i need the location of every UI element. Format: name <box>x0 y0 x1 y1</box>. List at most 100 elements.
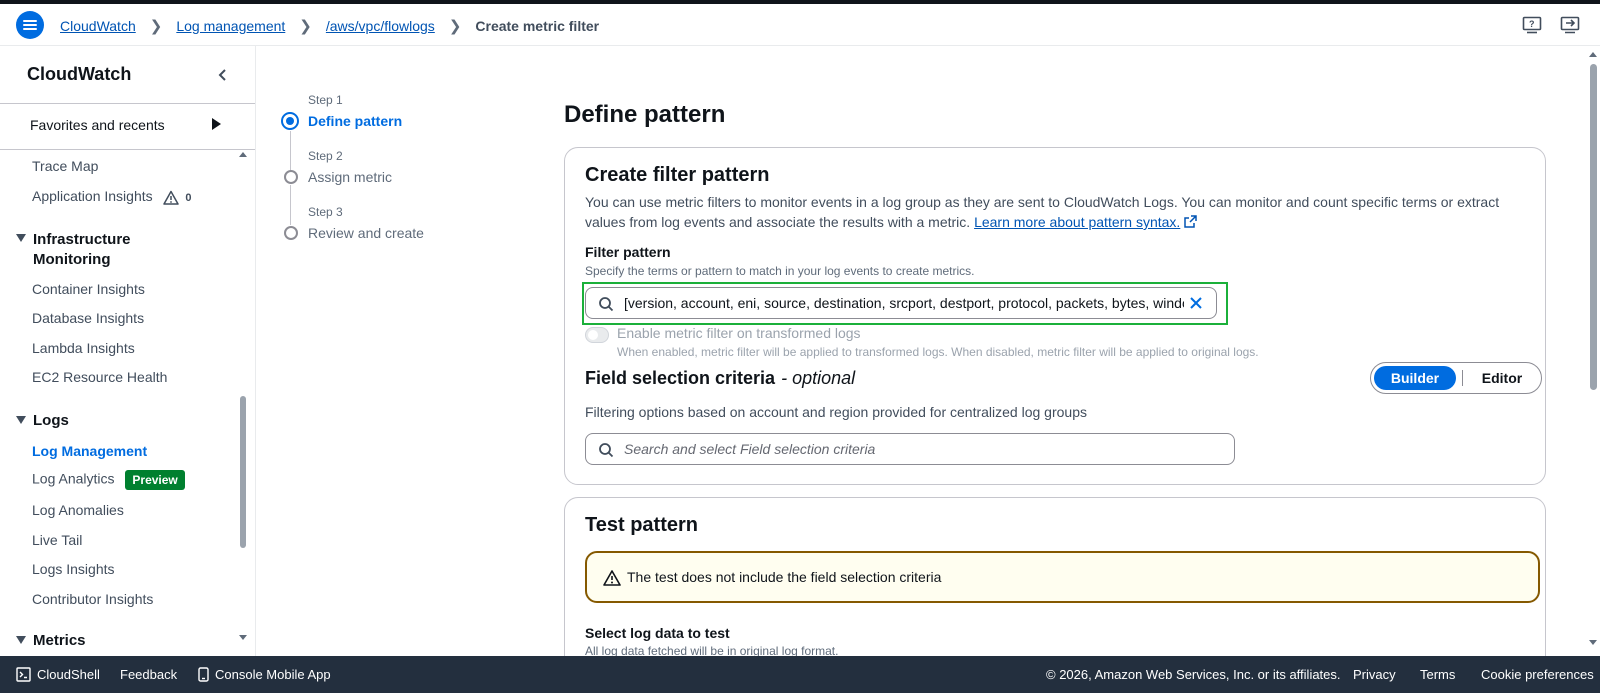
hamburger-icon <box>23 20 37 30</box>
caret-down-icon <box>16 636 26 644</box>
sidebar-section-metrics[interactable]: Metrics <box>16 632 86 649</box>
step-3-label: Step 3 <box>308 205 343 219</box>
toggle-label: Enable metric filter on transformed logs <box>617 325 861 341</box>
sidebar-item-log-analytics[interactable]: Log Analytics Preview <box>32 470 185 490</box>
sidebar-item-application-insights[interactable]: Application Insights 0 <box>32 188 192 205</box>
step-connector <box>290 185 291 225</box>
breadcrumb-current: Create metric filter <box>475 18 600 34</box>
chevron-right-icon: ❯ <box>149 18 163 35</box>
caret-down-icon <box>16 234 26 242</box>
sidebar-item-log-anomalies[interactable]: Log Anomalies <box>32 502 124 518</box>
notifications-panel-icon[interactable] <box>1560 16 1580 34</box>
filter-pattern-input[interactable]: [version, account, eni, source, destinat… <box>585 287 1217 319</box>
chevron-right-icon: ❯ <box>299 18 312 35</box>
scroll-down-arrow[interactable] <box>1589 640 1597 645</box>
breadcrumb-log-management[interactable]: Log management <box>176 18 285 34</box>
cookie-preferences-link[interactable]: Cookie preferences <box>1481 667 1594 682</box>
transformed-logs-toggle[interactable] <box>585 327 609 343</box>
caret-right-icon[interactable] <box>212 118 221 130</box>
footer: CloudShell Feedback Console Mobile App ©… <box>0 656 1600 693</box>
sidebar-item-live-tail[interactable]: Live Tail <box>32 532 82 548</box>
warning-alert: The test does not include the field sele… <box>585 551 1540 603</box>
scroll-up-arrow[interactable] <box>1589 52 1597 57</box>
scroll-up-arrow[interactable] <box>239 152 247 157</box>
feedback-link[interactable]: Feedback <box>120 667 177 682</box>
warning-icon <box>603 570 621 586</box>
mobile-app-link[interactable]: Console Mobile App <box>198 667 331 682</box>
search-icon <box>599 297 614 312</box>
link-text: Learn more about pattern syntax. <box>974 214 1181 230</box>
info-panel-icon[interactable]: ? <box>1522 16 1542 34</box>
section-label: Logs <box>33 412 69 429</box>
step-connector <box>290 131 291 171</box>
cloudshell-icon <box>16 667 31 682</box>
step-2-name: Assign metric <box>308 169 393 185</box>
mobile-label: Console Mobile App <box>215 667 331 682</box>
cloudshell-label: CloudShell <box>37 667 100 682</box>
field-selection-description: Filtering options based on account and r… <box>585 404 1087 420</box>
favorites-and-recents[interactable]: Favorites and recents <box>30 117 165 133</box>
create-filter-pattern-card: Create filter pattern You can use metric… <box>564 147 1546 485</box>
filter-pattern-value: [version, account, eni, source, destinat… <box>624 295 1184 311</box>
step-1-name[interactable]: Define pattern <box>308 113 402 129</box>
sidebar-item-logs-insights[interactable]: Logs Insights <box>32 561 115 577</box>
caret-down-icon <box>16 416 26 424</box>
alert-text: The test does not include the field sele… <box>627 569 942 585</box>
divider <box>0 149 255 150</box>
svg-text:?: ? <box>1529 19 1535 29</box>
sidebar-item-container-insights[interactable]: Container Insights <box>32 281 145 297</box>
filter-pattern-hint: Specify the terms or pattern to match in… <box>585 264 975 278</box>
sidebar-item-trace-map[interactable]: Trace Map <box>32 158 98 174</box>
builder-editor-toggle: Builder Editor <box>1370 362 1542 394</box>
card-title: Create filter pattern <box>585 164 770 186</box>
field-selection-label: Field selection criteria <box>585 368 776 388</box>
clear-icon[interactable] <box>1188 295 1204 311</box>
breadcrumb-log-group[interactable]: /aws/vpc/flowlogs <box>326 18 435 34</box>
menu-button[interactable] <box>16 11 44 39</box>
scroll-down-arrow[interactable] <box>239 635 247 640</box>
divider <box>0 103 255 104</box>
sidebar-item-log-management[interactable]: Log Management <box>32 443 147 459</box>
page-title: Define pattern <box>564 101 726 128</box>
warning-count: 0 <box>185 192 192 204</box>
step-2-indicator <box>284 170 298 184</box>
mobile-icon <box>198 667 209 682</box>
sidebar-item-label: Log Analytics <box>32 470 115 487</box>
top-navigation: CloudWatch ❯ Log management ❯ /aws/vpc/f… <box>0 4 1600 46</box>
section-label: Metrics <box>33 632 86 649</box>
collapse-sidebar-icon[interactable] <box>216 68 230 82</box>
chevron-right-icon: ❯ <box>448 18 462 35</box>
field-selection-input[interactable]: Search and select Field selection criter… <box>585 433 1235 465</box>
step-1-indicator <box>281 112 299 130</box>
learn-more-link[interactable]: Learn more about pattern syntax. <box>974 214 1180 230</box>
sidebar-item-database-insights[interactable]: Database Insights <box>32 310 144 326</box>
card-title: Test pattern <box>585 514 698 536</box>
sidebar-section-infrastructure[interactable]: Infrastructure Monitoring <box>16 230 163 270</box>
copyright: © 2026, Amazon Web Services, Inc. or its… <box>1046 667 1341 682</box>
sidebar-item-ec2-resource-health[interactable]: EC2 Resource Health <box>32 369 167 385</box>
select-log-data-label: Select log data to test <box>585 625 730 641</box>
field-selection-placeholder: Search and select Field selection criter… <box>624 441 876 457</box>
cloudshell-button[interactable]: CloudShell <box>16 667 100 682</box>
sidebar-item-lambda-insights[interactable]: Lambda Insights <box>32 340 135 356</box>
sidebar-item-contributor-insights[interactable]: Contributor Insights <box>32 591 153 607</box>
sidebar-item-label: Application Insights <box>32 188 153 204</box>
terms-link[interactable]: Terms <box>1420 667 1455 682</box>
external-link-icon <box>1184 215 1197 228</box>
builder-button[interactable]: Builder <box>1374 366 1456 390</box>
step-3-indicator <box>284 226 298 240</box>
main-scrollbar[interactable] <box>1590 64 1597 390</box>
sidebar-title: CloudWatch <box>27 64 132 84</box>
sidebar-scrollbar[interactable] <box>240 396 246 548</box>
sidebar-section-logs[interactable]: Logs <box>16 412 69 429</box>
editor-button[interactable]: Editor <box>1469 370 1535 386</box>
divider <box>1462 370 1463 386</box>
warning-icon <box>162 190 179 205</box>
card-description: You can use metric filters to monitor ev… <box>585 192 1525 232</box>
breadcrumb-cloudwatch[interactable]: CloudWatch <box>60 18 136 34</box>
privacy-link[interactable]: Privacy <box>1353 667 1396 682</box>
filter-pattern-label: Filter pattern <box>585 244 671 260</box>
search-icon <box>599 443 614 458</box>
step-1-label: Step 1 <box>308 93 343 107</box>
field-selection-title: Field selection criteria - optional <box>585 368 855 389</box>
